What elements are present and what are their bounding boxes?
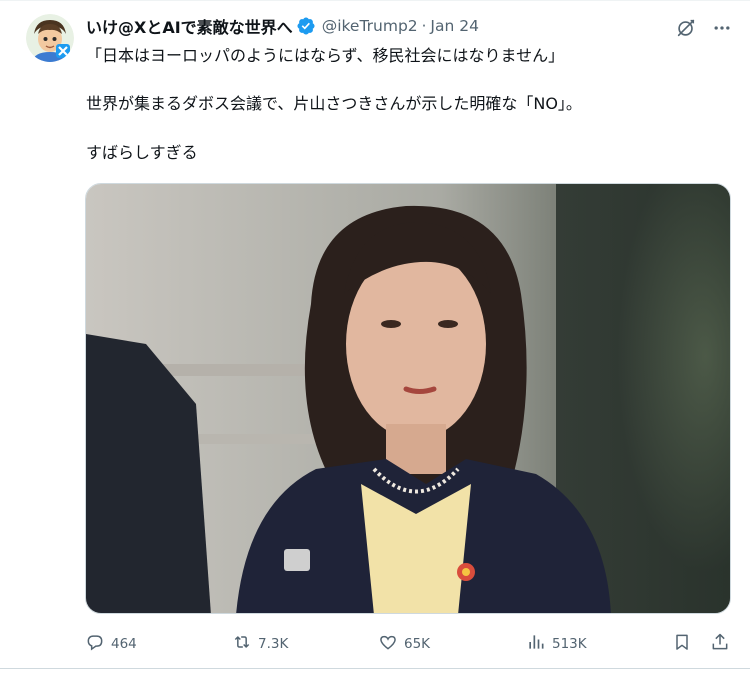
tweet-date[interactable]: Jan 24 <box>430 17 479 35</box>
separator-dot: · <box>421 17 427 35</box>
grok-icon[interactable] <box>672 16 700 40</box>
views-count: 513K <box>552 636 587 652</box>
like-icon <box>378 632 398 656</box>
divider <box>0 0 750 1</box>
action-bar: 464 7.3K 65K 513K <box>0 628 750 660</box>
share-icon <box>710 632 730 656</box>
avatar[interactable] <box>26 14 74 62</box>
bookmark-button[interactable] <box>672 628 692 660</box>
repost-icon <box>232 632 252 656</box>
views-button[interactable]: 513K <box>526 628 587 660</box>
tweet-text-line: すばらしすぎる <box>86 143 198 162</box>
share-button[interactable] <box>710 628 730 660</box>
more-icon[interactable] <box>708 16 736 40</box>
reply-icon <box>85 632 105 656</box>
repost-button[interactable]: 7.3K <box>232 628 288 660</box>
views-icon <box>526 632 546 656</box>
repost-count: 7.3K <box>258 636 289 652</box>
reply-button[interactable]: 464 <box>85 628 137 660</box>
tweet-photo[interactable] <box>85 183 731 614</box>
author-handle[interactable]: @ikeTrump2 <box>322 17 418 35</box>
display-name[interactable]: いけ@XとAIで素敵な世界へ <box>86 14 293 38</box>
tweet-text-line: 「日本はヨーロッパのようにはならず、移民社会にはなりません」 <box>86 46 565 65</box>
bookmark-icon <box>672 632 692 656</box>
like-count: 65K <box>404 636 431 652</box>
verified-badge-icon <box>296 16 316 36</box>
tweet-text-line: 世界が集まるダボス会議で、片山さつきさんが示した明確な「NO」。 <box>86 94 582 113</box>
reply-count: 464 <box>111 636 137 652</box>
like-button[interactable]: 65K <box>378 628 430 660</box>
divider <box>0 668 750 669</box>
tweet-header: いけ@XとAIで素敵な世界へ @ikeTrump2 · Jan 24 <box>86 14 479 38</box>
tweet-card[interactable]: いけ@XとAIで素敵な世界へ @ikeTrump2 · Jan 24 「日本はヨ… <box>0 0 750 679</box>
